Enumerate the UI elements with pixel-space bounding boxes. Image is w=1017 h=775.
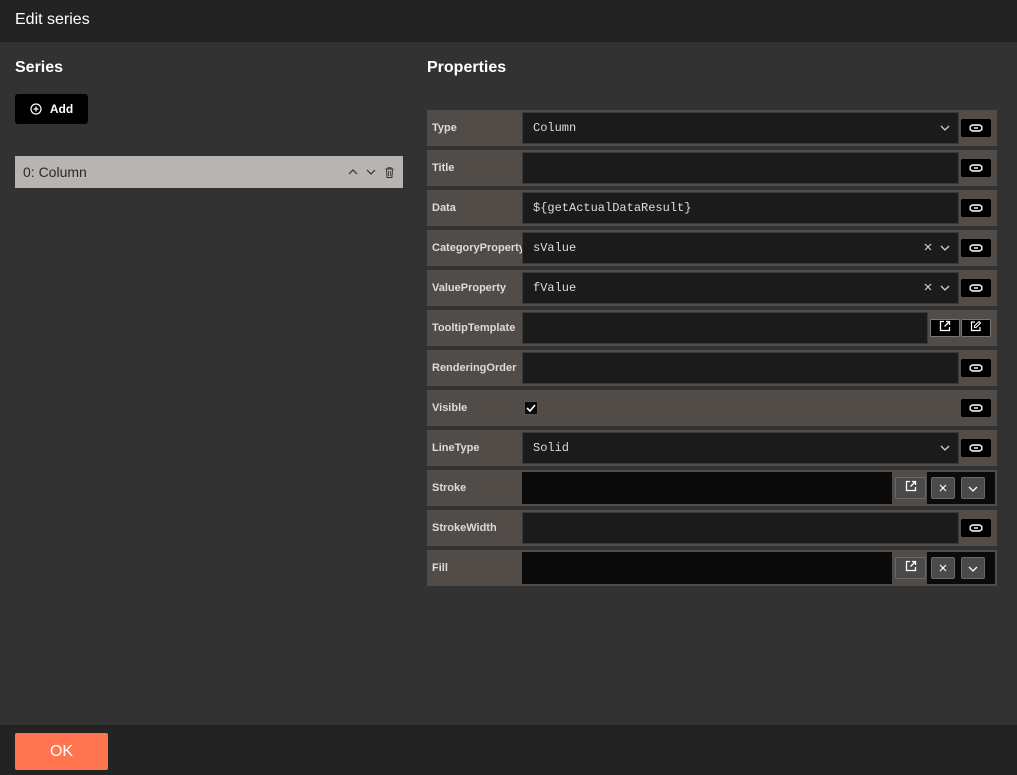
property-row-line-type: LineType Solid (427, 430, 997, 466)
property-row-stroke-width: StrokeWidth (427, 510, 997, 546)
link-icon (969, 199, 983, 217)
properties-grid: Type Column Title Data ${getActualDataRe… (427, 110, 997, 590)
data-input-value: ${getActualDataResult} (533, 201, 692, 215)
title-input[interactable] (522, 152, 959, 184)
stroke-color-swatch[interactable] (522, 472, 892, 504)
rendering-order-input[interactable] (522, 352, 959, 384)
link-icon (969, 119, 983, 137)
property-row-value-property: ValueProperty fValue (427, 270, 997, 306)
clear-icon[interactable] (924, 241, 932, 255)
property-label: Stroke (432, 482, 467, 494)
link-binding-button[interactable] (961, 519, 991, 537)
stroke-dropdown-button[interactable] (961, 477, 985, 499)
edit-icon (970, 319, 982, 337)
property-row-fill: Fill (427, 550, 997, 586)
open-external-button[interactable] (930, 319, 960, 337)
link-icon (969, 359, 983, 377)
dialog-titlebar: Edit series (0, 0, 1017, 42)
link-binding-button[interactable] (961, 359, 991, 377)
link-binding-button[interactable] (961, 159, 991, 177)
property-label: TooltipTemplate (432, 322, 516, 334)
value-property-select[interactable]: fValue (522, 272, 959, 304)
series-item-label: 0: Column (23, 164, 87, 180)
open-external-icon (905, 479, 917, 497)
link-binding-button[interactable] (961, 239, 991, 257)
dialog-footer: OK (0, 725, 1017, 775)
property-label: Title (432, 162, 455, 174)
link-icon (969, 439, 983, 457)
property-row-stroke: Stroke (427, 470, 997, 506)
chevron-down-icon[interactable] (940, 281, 950, 295)
value-property-value: fValue (533, 281, 577, 295)
fill-dropdown-button[interactable] (961, 557, 985, 579)
property-label: Data (432, 202, 456, 214)
stroke-width-input[interactable] (522, 512, 959, 544)
dialog-title: Edit series (15, 11, 90, 28)
open-external-icon (905, 559, 917, 577)
property-row-visible: Visible (427, 390, 997, 426)
link-binding-button[interactable] (961, 119, 991, 137)
fill-color-picker-button[interactable] (895, 557, 926, 579)
stroke-color-picker-button[interactable] (895, 477, 926, 499)
property-label: StrokeWidth (432, 522, 497, 534)
series-heading: Series (15, 59, 64, 76)
move-up-icon[interactable] (347, 166, 359, 178)
type-select[interactable]: Column (522, 112, 959, 144)
property-label: RenderingOrder (432, 362, 517, 374)
link-icon (969, 159, 983, 177)
chevron-down-icon (968, 559, 978, 577)
link-binding-button[interactable] (961, 399, 991, 417)
fill-clear-button[interactable] (931, 557, 955, 579)
add-series-button[interactable]: Add (15, 94, 88, 124)
chevron-down-icon[interactable] (940, 241, 950, 255)
property-label: LineType (432, 442, 480, 454)
chevron-down-icon[interactable] (940, 441, 950, 455)
ok-button[interactable]: OK (15, 733, 108, 770)
open-external-icon (939, 319, 951, 337)
property-row-rendering-order: RenderingOrder (427, 350, 997, 386)
property-label: CategoryProperty (432, 242, 525, 254)
tooltip-template-input[interactable] (522, 312, 928, 344)
clear-icon[interactable] (924, 281, 932, 295)
add-circle-icon (30, 103, 42, 115)
fill-color-swatch[interactable] (522, 552, 892, 584)
link-icon (969, 239, 983, 257)
property-label: ValueProperty (432, 282, 506, 294)
chevron-down-icon (968, 479, 978, 497)
link-binding-button[interactable] (961, 279, 991, 297)
link-binding-button[interactable] (961, 439, 991, 457)
data-input[interactable]: ${getActualDataResult} (522, 192, 959, 224)
property-label: Visible (432, 402, 468, 414)
link-icon (969, 519, 983, 537)
line-type-select[interactable]: Solid (522, 432, 959, 464)
property-row-data: Data ${getActualDataResult} (427, 190, 997, 226)
stroke-clear-button[interactable] (931, 477, 955, 499)
line-type-value: Solid (533, 441, 570, 455)
series-list-item[interactable]: 0: Column (15, 156, 403, 188)
property-row-category-property: CategoryProperty sValue (427, 230, 997, 266)
property-label: Type (432, 122, 457, 134)
clear-icon (939, 559, 947, 577)
add-series-label: Add (49, 102, 74, 116)
edit-template-button[interactable] (961, 319, 991, 337)
chevron-down-icon[interactable] (940, 121, 950, 135)
property-row-type: Type Column (427, 110, 997, 146)
link-binding-button[interactable] (961, 199, 991, 217)
link-icon (969, 399, 983, 417)
delete-icon[interactable] (383, 166, 395, 178)
checkmark-icon (526, 399, 536, 417)
category-property-select[interactable]: sValue (522, 232, 959, 264)
clear-icon (939, 479, 947, 497)
link-icon (969, 279, 983, 297)
properties-heading: Properties (427, 59, 507, 76)
property-row-title: Title (427, 150, 997, 186)
type-select-value: Column (533, 121, 577, 135)
move-down-icon[interactable] (365, 166, 377, 178)
property-row-tooltip-template: TooltipTemplate (427, 310, 997, 346)
property-label: Fill (432, 562, 448, 574)
visible-checkbox[interactable] (524, 401, 538, 415)
category-property-value: sValue (533, 241, 577, 255)
